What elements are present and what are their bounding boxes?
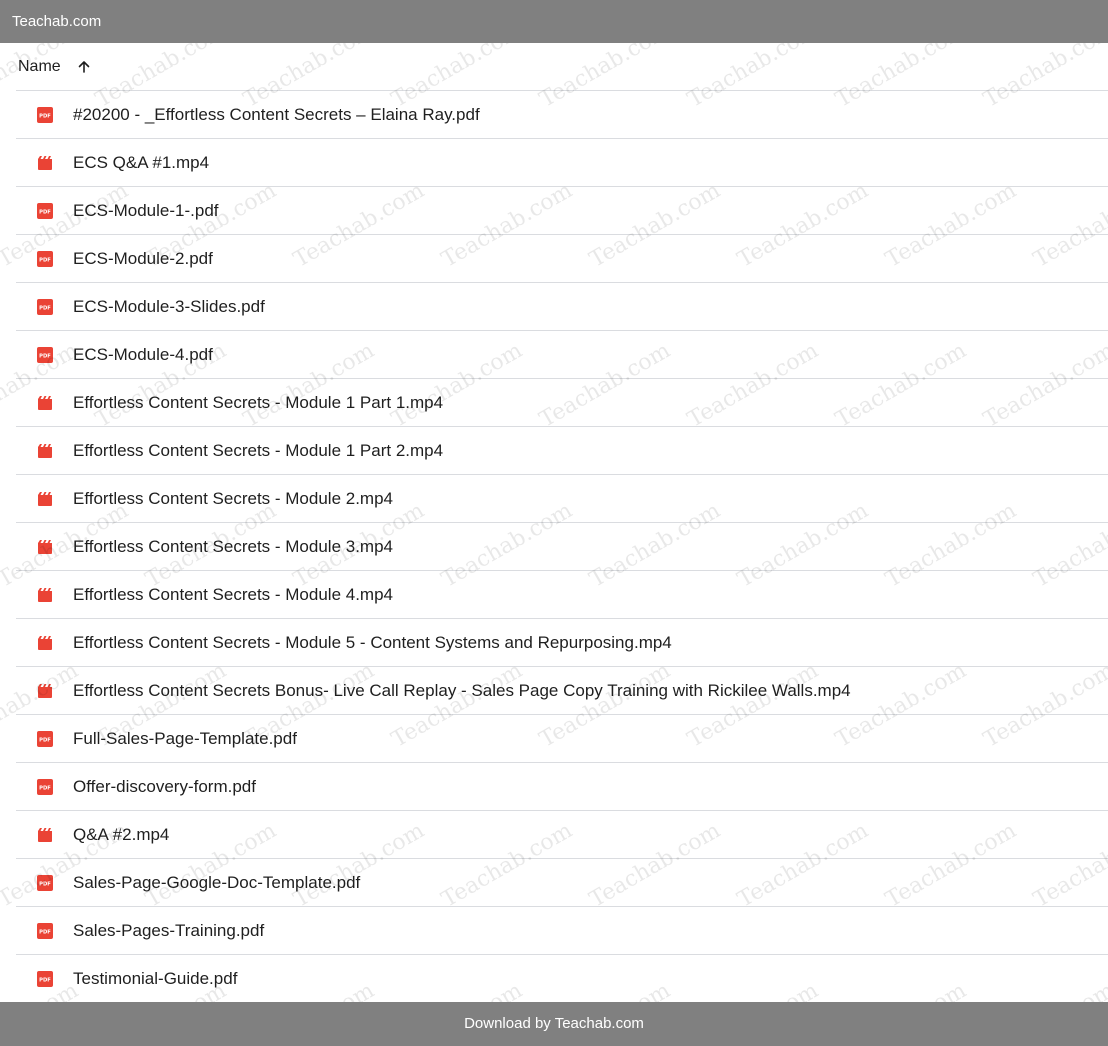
- video-file-icon: [37, 395, 53, 411]
- file-name[interactable]: ECS-Module-4.pdf: [73, 345, 213, 365]
- file-row[interactable]: PDF ECS-Module-4.pdf: [16, 331, 1108, 379]
- file-row[interactable]: Effortless Content Secrets - Module 4.mp…: [16, 571, 1108, 619]
- pdf-file-icon: PDF: [37, 874, 53, 891]
- file-row[interactable]: PDF #20200 - _Effortless Content Secrets …: [16, 91, 1108, 139]
- pdf-file-icon: PDF: [37, 970, 53, 987]
- file-row[interactable]: ECS Q&A #1.mp4: [16, 139, 1108, 187]
- file-row[interactable]: PDF Sales-Page-Google-Doc-Template.pdf: [16, 859, 1108, 907]
- file-name[interactable]: Effortless Content Secrets - Module 1 Pa…: [73, 393, 443, 413]
- file-row[interactable]: PDF ECS-Module-3-Slides.pdf: [16, 283, 1108, 331]
- file-name[interactable]: Full-Sales-Page-Template.pdf: [73, 729, 297, 749]
- svg-text:PDF: PDF: [39, 353, 51, 359]
- svg-text:PDF: PDF: [39, 785, 51, 791]
- site-title: Teachab.com: [12, 13, 102, 30]
- file-name[interactable]: Effortless Content Secrets - Module 3.mp…: [73, 537, 393, 557]
- file-row[interactable]: PDF ECS-Module-1-.pdf: [16, 187, 1108, 235]
- arrow-up-icon[interactable]: [77, 60, 91, 74]
- video-file-icon: [37, 443, 53, 459]
- video-file-icon: [37, 539, 53, 555]
- video-file-icon: [37, 683, 53, 699]
- video-file-icon: [37, 155, 53, 171]
- file-name[interactable]: Effortless Content Secrets - Module 1 Pa…: [73, 441, 443, 461]
- file-name[interactable]: Effortless Content Secrets - Module 4.mp…: [73, 585, 393, 605]
- pdf-file-icon: PDF: [37, 346, 53, 363]
- svg-text:PDF: PDF: [39, 305, 51, 311]
- file-row[interactable]: PDF Full-Sales-Page-Template.pdf: [16, 715, 1108, 763]
- file-list: PDF #20200 - _Effortless Content Secrets …: [16, 91, 1108, 1003]
- file-row[interactable]: Effortless Content Secrets - Module 2.mp…: [16, 475, 1108, 523]
- file-name[interactable]: ECS Q&A #1.mp4: [73, 153, 209, 173]
- bottom-banner: Download by Teachab.com: [0, 1002, 1108, 1046]
- file-row[interactable]: Effortless Content Secrets - Module 1 Pa…: [16, 379, 1108, 427]
- video-file-icon: [37, 827, 53, 843]
- svg-text:PDF: PDF: [39, 737, 51, 743]
- column-header: Name: [16, 43, 1108, 91]
- video-file-icon: [37, 587, 53, 603]
- file-name[interactable]: Effortless Content Secrets Bonus- Live C…: [73, 681, 851, 701]
- file-name[interactable]: Testimonial-Guide.pdf: [73, 969, 237, 989]
- file-row[interactable]: Effortless Content Secrets - Module 1 Pa…: [16, 427, 1108, 475]
- file-name[interactable]: ECS-Module-2.pdf: [73, 249, 213, 269]
- name-column-header[interactable]: Name: [18, 58, 61, 76]
- file-row[interactable]: Effortless Content Secrets - Module 3.mp…: [16, 523, 1108, 571]
- file-name[interactable]: Effortless Content Secrets - Module 2.mp…: [73, 489, 393, 509]
- file-row[interactable]: PDF Testimonial-Guide.pdf: [16, 955, 1108, 1003]
- pdf-file-icon: PDF: [37, 922, 53, 939]
- video-file-icon: [37, 491, 53, 507]
- svg-text:PDF: PDF: [39, 929, 51, 935]
- video-file-icon: [37, 635, 53, 651]
- pdf-file-icon: PDF: [37, 106, 53, 123]
- file-row[interactable]: Q&A #2.mp4: [16, 811, 1108, 859]
- file-name[interactable]: ECS-Module-3-Slides.pdf: [73, 297, 265, 317]
- svg-text:PDF: PDF: [39, 209, 51, 215]
- file-name[interactable]: #20200 - _Effortless Content Secrets – E…: [73, 105, 480, 125]
- file-row[interactable]: PDF Sales-Pages-Training.pdf: [16, 907, 1108, 955]
- file-row[interactable]: PDF ECS-Module-2.pdf: [16, 235, 1108, 283]
- file-name[interactable]: Q&A #2.mp4: [73, 825, 169, 845]
- file-name[interactable]: Effortless Content Secrets - Module 5 - …: [73, 633, 672, 653]
- file-row[interactable]: Effortless Content Secrets Bonus- Live C…: [16, 667, 1108, 715]
- file-name[interactable]: ECS-Module-1-.pdf: [73, 201, 219, 221]
- pdf-file-icon: PDF: [37, 778, 53, 795]
- svg-text:PDF: PDF: [39, 881, 51, 887]
- file-row[interactable]: Effortless Content Secrets - Module 5 - …: [16, 619, 1108, 667]
- svg-text:PDF: PDF: [39, 257, 51, 263]
- file-name[interactable]: Offer-discovery-form.pdf: [73, 777, 256, 797]
- top-banner: Teachab.com: [0, 0, 1108, 43]
- file-row[interactable]: PDF Offer-discovery-form.pdf: [16, 763, 1108, 811]
- pdf-file-icon: PDF: [37, 202, 53, 219]
- pdf-file-icon: PDF: [37, 730, 53, 747]
- file-name[interactable]: Sales-Page-Google-Doc-Template.pdf: [73, 873, 360, 893]
- file-name[interactable]: Sales-Pages-Training.pdf: [73, 921, 264, 941]
- svg-text:PDF: PDF: [39, 977, 51, 983]
- svg-text:PDF: PDF: [39, 113, 51, 119]
- pdf-file-icon: PDF: [37, 250, 53, 267]
- footer-text: Download by Teachab.com: [464, 1015, 644, 1032]
- pdf-file-icon: PDF: [37, 298, 53, 315]
